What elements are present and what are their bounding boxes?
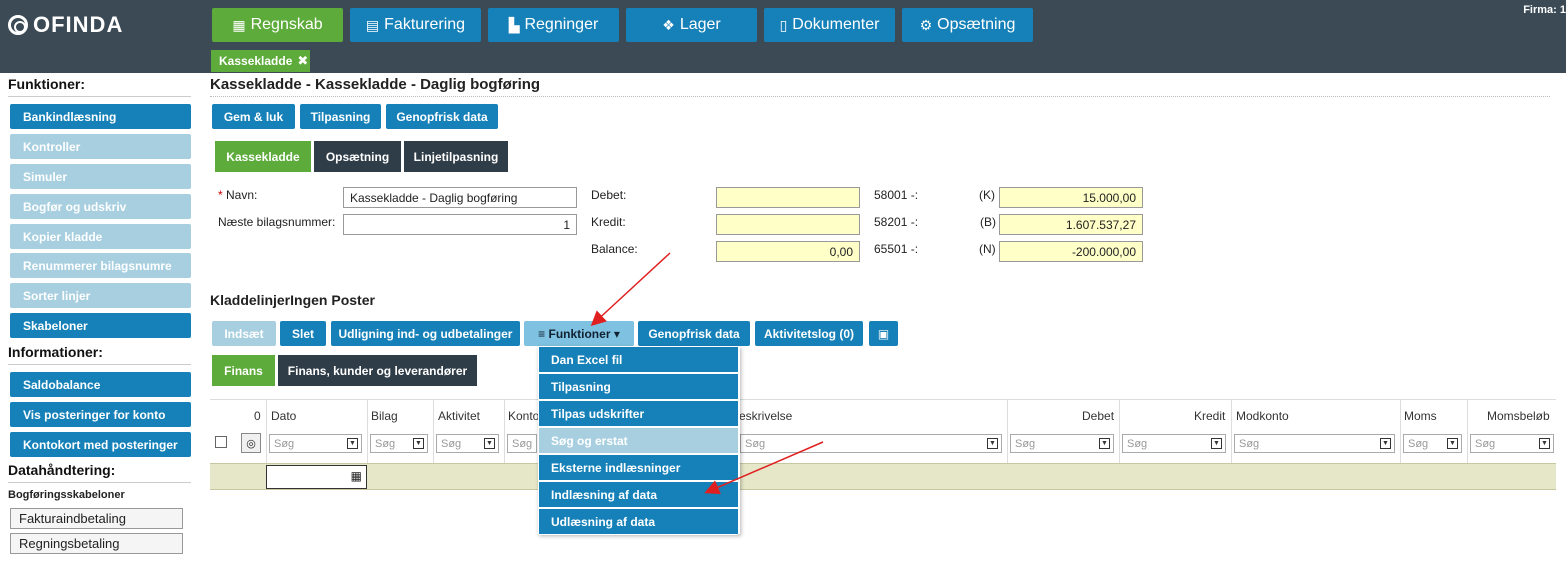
annotation-arrows bbox=[590, 252, 824, 495]
arrow-to-indlaesning bbox=[704, 441, 824, 495]
arrow-to-funktioner bbox=[590, 252, 671, 327]
